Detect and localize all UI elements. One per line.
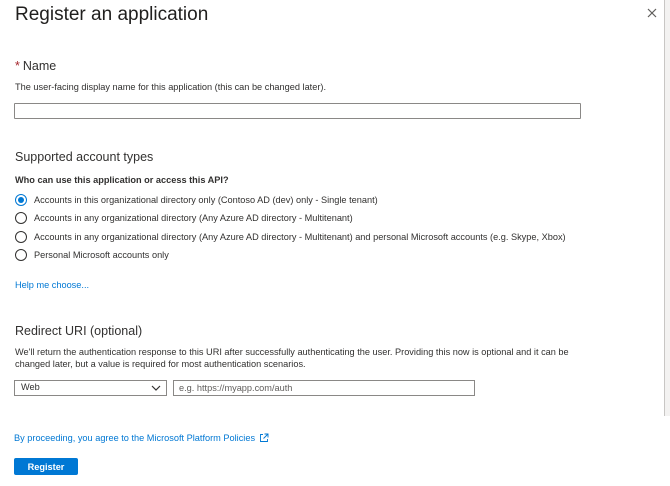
redirect-uri-title: Redirect URI (optional) [15,324,143,338]
account-types-title: Supported account types [15,150,154,164]
scrollbar[interactable] [665,0,670,416]
form-scroll-area: Register an application * Name The user-f… [0,0,665,416]
radio-button-selected[interactable] [15,194,27,206]
platform-select[interactable]: Web [14,380,167,396]
platform-select-value: Web [21,382,40,392]
help-me-choose-link[interactable]: Help me choose... [15,280,89,290]
required-marker: * [15,59,20,73]
radio-button[interactable] [15,249,27,261]
close-icon[interactable] [645,6,659,20]
footer: By proceeding, you agree to the Microsof… [0,416,670,486]
chevron-down-icon [151,385,161,391]
radio-label: Accounts in any organizational directory… [34,213,353,223]
radio-multitenant-personal[interactable]: Accounts in any organizational directory… [15,230,566,244]
redirect-uri-input[interactable] [173,380,475,396]
name-input[interactable] [14,103,581,119]
radio-label: Accounts in any organizational directory… [34,232,566,242]
radio-multitenant[interactable]: Accounts in any organizational directory… [15,211,353,225]
redirect-description-line2: changed later, but a value is required f… [15,359,306,369]
radio-label: Personal Microsoft accounts only [34,250,169,260]
policy-link[interactable]: By proceeding, you agree to the Microsof… [14,433,269,443]
register-button[interactable]: Register [14,458,78,475]
register-app-panel: Register an application * Name The user-f… [0,0,670,486]
radio-button[interactable] [15,231,27,243]
radio-button[interactable] [15,212,27,224]
name-label: Name [22,59,57,73]
external-link-icon [260,433,269,442]
name-section-title: * Name [15,59,56,73]
radio-label: Accounts in this organizational director… [34,195,378,205]
account-types-question: Who can use this application or access t… [15,175,229,185]
policy-link-text[interactable]: By proceeding, you agree to the Microsof… [14,433,255,443]
radio-single-tenant[interactable]: Accounts in this organizational director… [15,193,378,207]
name-description: The user-facing display name for this ap… [15,82,327,92]
radio-personal-only[interactable]: Personal Microsoft accounts only [15,248,169,262]
page-title: Register an application [15,4,209,25]
